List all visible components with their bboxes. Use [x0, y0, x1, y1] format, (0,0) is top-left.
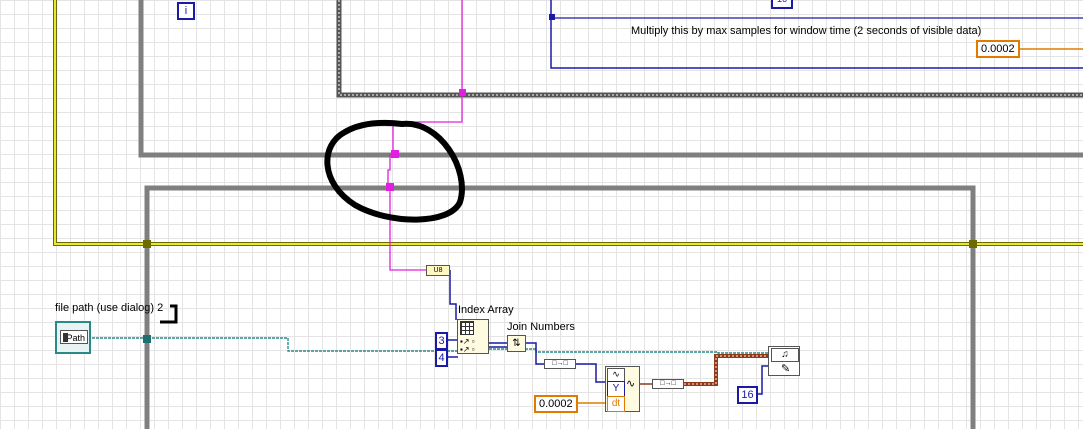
comment-text: Multiply this by max samples for window …	[631, 25, 982, 37]
bottom-loop-frame[interactable]	[144, 185, 976, 429]
index-constant-4[interactable]: 4	[435, 349, 448, 367]
dt-constant[interactable]: 0.0002	[534, 395, 578, 413]
block-diagram	[53, 0, 1083, 429]
string-wire[interactable]	[387, 0, 463, 271]
outer-loop-frame[interactable]	[138, 0, 1083, 158]
file-path-label: file path (use dialog) 2	[55, 302, 164, 314]
waveform-dt-terminal: dt	[607, 396, 625, 412]
waveform-wire[interactable]	[684, 354, 768, 386]
annotation-circle	[324, 120, 465, 223]
index-array-label: Index Array	[458, 304, 514, 316]
join-numbers-icon[interactable]: ⇅	[507, 335, 526, 352]
to-byte-icon[interactable]: U8	[426, 265, 450, 276]
bool-tunnel-right	[969, 240, 977, 248]
top-inner-structure[interactable]	[336, 0, 1083, 98]
bits-constant[interactable]: 16	[737, 386, 758, 404]
bool-tunnel-left	[143, 240, 151, 248]
type-cast-icon[interactable]: □→□	[544, 359, 576, 369]
top-case-constant[interactable]: 16	[771, 0, 793, 9]
waveform-conversion-icon[interactable]: □→□	[652, 379, 684, 389]
string-tunnel-2	[386, 183, 394, 191]
index-array-icon[interactable]: ▪↗ ▫ ▪↗ ▫	[457, 319, 489, 354]
string-tunnel-1	[391, 150, 399, 158]
case-tunnel	[549, 14, 555, 20]
path-tunnel	[143, 335, 151, 343]
waveform-y-terminal: Y	[607, 381, 625, 397]
build-waveform-icon[interactable]: ∿ Y dt ∿	[605, 366, 640, 412]
path-control[interactable]: Path	[55, 321, 91, 354]
index-constant-3[interactable]: 3	[435, 332, 448, 350]
top-dt-constant[interactable]: 0.0002	[976, 40, 1020, 58]
path-control-icon: Path	[60, 330, 88, 344]
join-numbers-label: Join Numbers	[507, 321, 575, 333]
iteration-terminal: i	[177, 2, 195, 20]
sound-output-write-icon[interactable]: ♫ ✎	[768, 346, 800, 376]
path-wire[interactable]	[92, 337, 768, 354]
path-control-text: Path	[66, 333, 85, 343]
